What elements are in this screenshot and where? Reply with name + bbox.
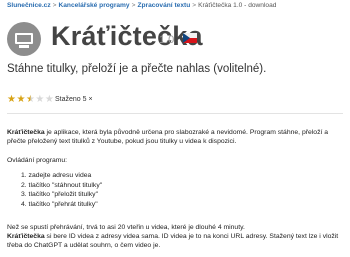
star-icon: ★ (16, 94, 26, 105)
rating-stars: ★★★★★ (7, 94, 54, 105)
download-count: Staženo 5 × (55, 96, 93, 103)
breadcrumb-link-home[interactable]: Slunečnice.cz (7, 2, 51, 9)
list-item: 3. tlačítko "přeložit titulky" (21, 191, 98, 198)
description-text: je aplikace, která byla původně určena p… (7, 129, 329, 145)
breadcrumb-current: Kráťičtečka 1.0 - download (198, 2, 277, 9)
czech-flag-icon (183, 33, 197, 43)
breadcrumb-link-office[interactable]: Kancelářské programy (58, 2, 129, 9)
star-icon: ★ (44, 94, 55, 105)
monitor-icon (7, 22, 41, 56)
breadcrumb-separator: > (52, 2, 57, 9)
timing-note: Než se spustí přehrávání, trvá to asi 20… (7, 224, 245, 231)
description-paragraph: Kráťičtečka si bere ID videa z adresy vi… (7, 232, 343, 250)
app-tagline: Stáhne titulky, přeloží je a přečte nahl… (7, 63, 267, 75)
divider (7, 113, 343, 114)
list-item: 2. tlačítko "stáhnout titulky" (21, 181, 103, 189)
description-paragraph: Kráťičtečka je aplikace, která byla půvo… (7, 128, 343, 146)
star-icon: ★ (35, 94, 45, 105)
app-name-bold: Kráťičtečka (7, 129, 45, 136)
star-icon: ★ (25, 94, 36, 105)
app-title: Kráťičtečka (51, 21, 203, 51)
app-header: Kráťičtečka 1.0 (7, 20, 347, 56)
app-version: 1.0 (159, 34, 175, 46)
controls-list: 1. zadejte adresu videa 2. tlačítko "stá… (21, 171, 102, 209)
app-name-bold: Kráťičtečka (7, 233, 45, 240)
breadcrumb-separator: > (131, 2, 136, 9)
breadcrumb-separator: > (192, 2, 197, 9)
controls-heading: Ovládání programu: (7, 157, 68, 164)
list-item: 1. zadejte adresu videa (21, 172, 92, 179)
breadcrumb: Slunečnice.cz > Kancelářské programy > Zprac… (7, 2, 276, 9)
list-item: 4. tlačítko "přehrát titulky" (21, 200, 98, 208)
description-text: si bere ID videa z adresy videa sama. ID… (7, 233, 339, 249)
breadcrumb-link-text[interactable]: Zpracování textu (137, 2, 190, 9)
